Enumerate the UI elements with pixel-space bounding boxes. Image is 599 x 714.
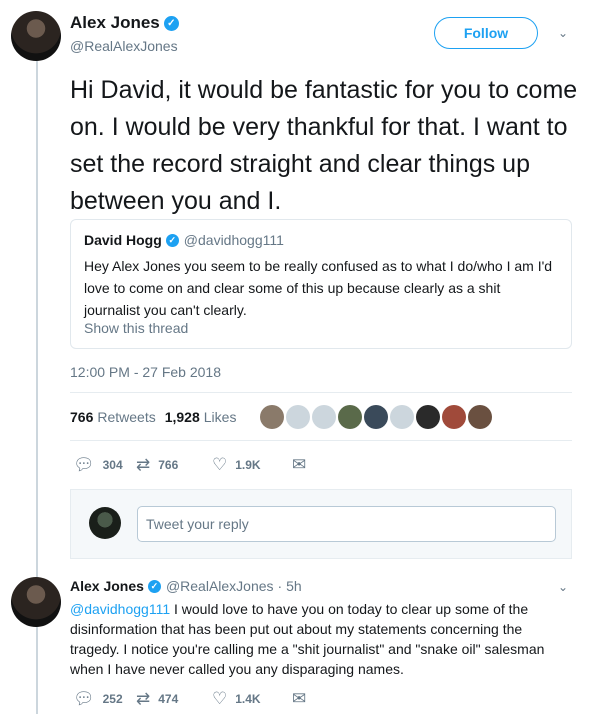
author-block: Alex Jones ✓ @RealAlexJones <box>70 13 179 54</box>
tweet-actions: 💬︎ 304 ⇄ 766 ♡ 1.9K ✉︎ <box>73 455 314 475</box>
liker-avatar[interactable] <box>416 405 440 429</box>
tweet-stats: 766 Retweets 1,928 Likes <box>70 409 236 425</box>
chevron-down-icon[interactable]: ⌄ <box>558 580 568 594</box>
liker-avatar[interactable] <box>364 405 388 429</box>
reply-author-handle[interactable]: @RealAlexJones <box>166 578 274 594</box>
reply-time[interactable]: · 5h <box>278 578 302 594</box>
reply-button[interactable]: 💬︎ 304 <box>73 455 136 475</box>
mention-link[interactable]: @davidhogg111 <box>70 601 170 617</box>
tweet-text: Hi David, it would be fantastic for you … <box>70 76 578 215</box>
reply-author-name[interactable]: Alex Jones <box>70 578 144 594</box>
retweet-icon: ⇄ <box>136 689 151 708</box>
liker-avatar[interactable] <box>390 405 414 429</box>
liker-avatar[interactable] <box>286 405 310 429</box>
verified-badge-icon: ✓ <box>165 233 179 247</box>
reply-button[interactable]: 💬︎ 252 <box>73 689 136 709</box>
quoted-tweet[interactable]: David Hogg ✓ @davidhogg111 Hey Alex Jone… <box>70 219 572 349</box>
current-user-avatar <box>89 507 121 539</box>
divider <box>70 440 572 441</box>
quoted-tweet-header: David Hogg ✓ @davidhogg111 <box>84 232 284 248</box>
reply-header: Alex Jones ✓ @RealAlexJones · 5h <box>70 578 302 594</box>
follow-button[interactable]: Follow <box>434 17 538 49</box>
reply-input[interactable]: Tweet your reply <box>137 506 556 542</box>
quoted-author-handle: @davidhogg111 <box>183 232 284 248</box>
reply-composer: Tweet your reply <box>70 489 572 559</box>
verified-badge-icon: ✓ <box>163 15 179 31</box>
show-thread-link[interactable]: Show this thread <box>84 320 188 336</box>
like-button[interactable]: ♡ 1.9K <box>212 455 292 475</box>
chevron-down-icon[interactable]: ⌄ <box>558 26 568 40</box>
author-avatar[interactable] <box>11 11 61 61</box>
verified-badge-icon: ✓ <box>147 579 161 593</box>
reply-tweet-actions: 💬︎ 252 ⇄ 474 ♡ 1.4K ✉︎ <box>73 689 314 709</box>
heart-icon: ♡ <box>212 455 228 474</box>
retweets-stat[interactable]: 766 Retweets <box>70 409 156 425</box>
reply-icon: 💬︎ <box>73 689 95 708</box>
liker-avatar[interactable] <box>468 405 492 429</box>
author-handle[interactable]: @RealAlexJones <box>70 38 179 54</box>
liker-avatar[interactable] <box>260 405 284 429</box>
reply-author-avatar[interactable] <box>11 577 61 627</box>
retweet-button[interactable]: ⇄ 474 <box>136 689 212 709</box>
liker-avatar[interactable] <box>338 405 362 429</box>
retweet-button[interactable]: ⇄ 766 <box>136 455 212 475</box>
reply-tweet-text: @davidhogg111 I would love to have you o… <box>70 601 545 677</box>
likes-stat[interactable]: 1,928 Likes <box>165 409 237 425</box>
quoted-tweet-text: Hey Alex Jones you seem to be really con… <box>84 258 553 318</box>
divider <box>70 392 572 393</box>
liker-avatar[interactable] <box>312 405 336 429</box>
tweet-timestamp[interactable]: 12:00 PM - 27 Feb 2018 <box>70 364 221 380</box>
retweet-icon: ⇄ <box>136 455 151 474</box>
author-name[interactable]: Alex Jones <box>70 13 160 33</box>
likers-avatars <box>260 405 494 429</box>
liker-avatar[interactable] <box>442 405 466 429</box>
quoted-author-name: David Hogg <box>84 232 162 248</box>
dm-button[interactable]: ✉︎ <box>292 455 314 475</box>
heart-icon: ♡ <box>212 689 228 708</box>
like-button[interactable]: ♡ 1.4K <box>212 689 292 709</box>
dm-button[interactable]: ✉︎ <box>292 689 314 709</box>
reply-icon: 💬︎ <box>73 455 95 474</box>
envelope-icon: ✉︎ <box>292 689 307 708</box>
envelope-icon: ✉︎ <box>292 455 307 474</box>
